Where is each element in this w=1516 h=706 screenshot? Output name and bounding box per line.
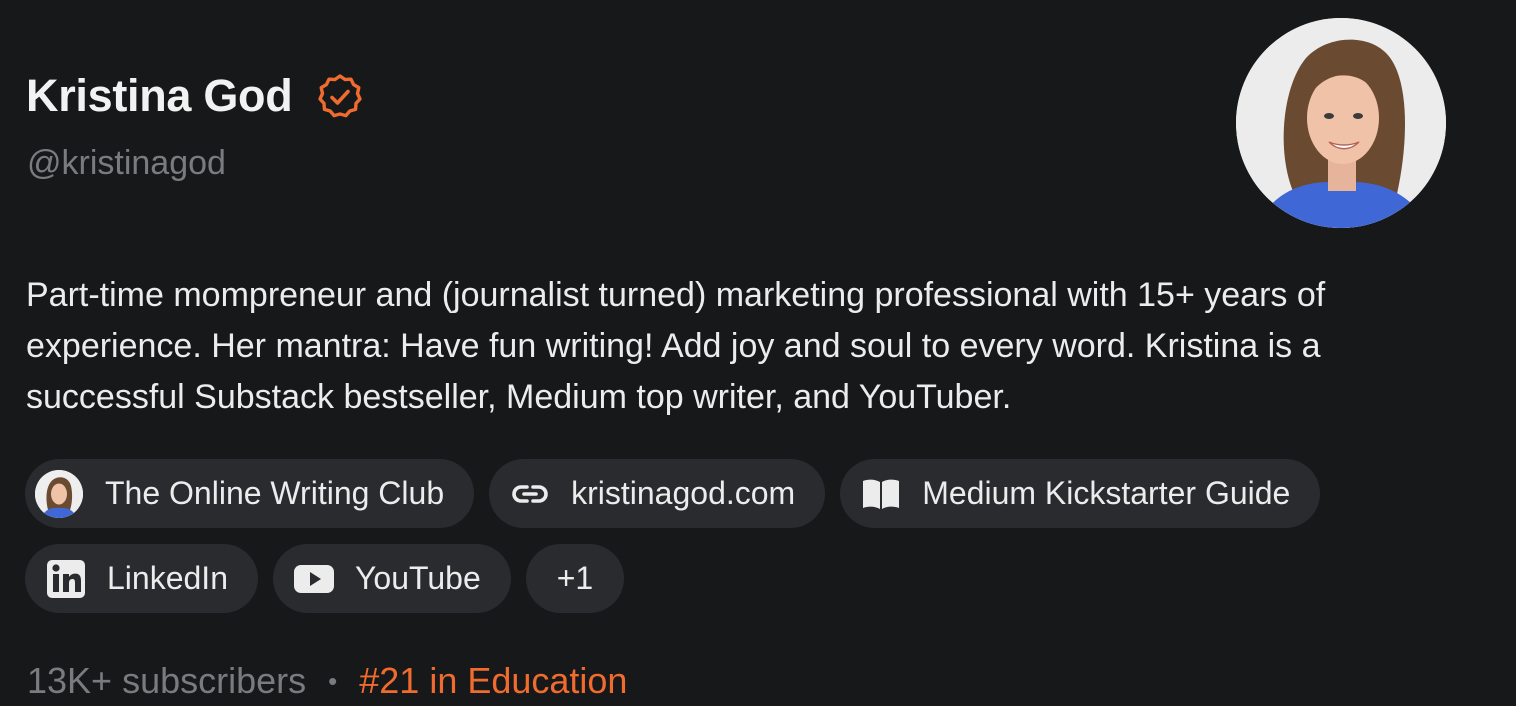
- link-chip-label: kristinagod.com: [571, 475, 796, 511]
- link-chip-online-writing-club[interactable]: The Online Writing Club: [25, 459, 475, 528]
- linkedin-icon: [45, 558, 87, 600]
- link-chip-linkedin[interactable]: LinkedIn: [25, 544, 258, 613]
- links-row-1: The Online Writing Club kristinagod.com …: [25, 459, 1425, 528]
- stats-separator: •: [328, 666, 338, 696]
- category-rank-link[interactable]: #21 in Education: [359, 656, 627, 706]
- more-links-label: +1: [556, 560, 594, 596]
- profile-links: The Online Writing Club kristinagod.com …: [25, 459, 1425, 629]
- link-chip-label: Medium Kickstarter Guide: [922, 475, 1291, 511]
- link-chip-label: The Online Writing Club: [105, 475, 445, 511]
- profile-photo: [1236, 18, 1446, 228]
- profile-name-row: Kristina God: [26, 68, 364, 124]
- profile-avatar[interactable]: [1236, 18, 1446, 228]
- link-chip-youtube[interactable]: YouTube: [272, 544, 511, 613]
- more-links-button[interactable]: +1: [525, 544, 625, 613]
- links-row-2: LinkedIn YouTube +1: [25, 544, 1425, 613]
- profile-handle: @kristinagod: [27, 144, 226, 182]
- youtube-icon: [293, 558, 335, 600]
- link-chip-medium-guide[interactable]: Medium Kickstarter Guide: [840, 459, 1321, 528]
- profile-bio: Part-time mompreneur and (journalist tur…: [26, 276, 1326, 416]
- link-chip-website[interactable]: kristinagod.com: [489, 459, 826, 528]
- link-chip-label: YouTube: [354, 560, 481, 596]
- verified-badge-icon: [316, 73, 364, 121]
- link-icon: [509, 473, 551, 515]
- profile-name: Kristina God: [26, 70, 293, 121]
- profile-stats: 13K+ subscribers • #21 in Education: [27, 656, 627, 706]
- subscriber-count: 13K+ subscribers: [27, 660, 307, 701]
- publication-avatar-icon: [35, 469, 83, 518]
- link-chip-label: LinkedIn: [107, 560, 228, 596]
- book-icon: [860, 473, 902, 515]
